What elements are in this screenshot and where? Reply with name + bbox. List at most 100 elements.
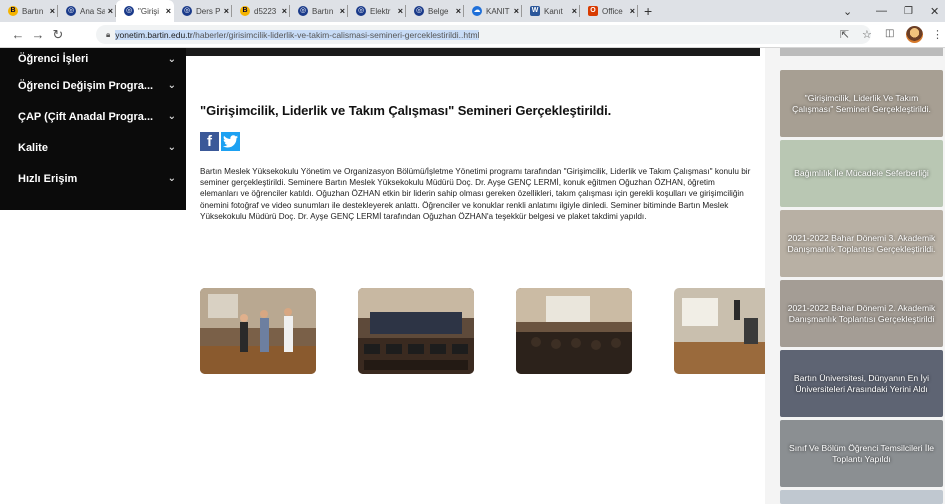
gallery-photo[interactable] — [200, 288, 316, 374]
close-tab-icon[interactable]: × — [224, 6, 229, 16]
chevron-down-icon: ⌄ — [167, 80, 176, 91]
browser-tab[interactable]: ☁ KANIT × — [464, 0, 522, 22]
url-input[interactable]: 🔒︎ yonetim.bartin.edu.tr/haberler/girisi… — [96, 25, 871, 44]
browser-tab[interactable]: ◎ Ana Sa × — [58, 0, 116, 22]
close-tab-icon[interactable]: × — [572, 6, 577, 16]
globe-favicon-icon: ◎ — [356, 6, 366, 16]
sidebar-item-kalite[interactable]: Kalite ⌄ — [0, 132, 186, 163]
news-title: 2021-2022 Bahar Dönemi 3. Akademik Danış… — [787, 232, 936, 254]
tab-title: Kanıt — [544, 6, 563, 16]
browser-tab[interactable]: W Kanıt × — [522, 0, 580, 22]
close-tab-icon[interactable]: × — [108, 6, 113, 16]
facebook-share-icon[interactable]: f — [200, 132, 219, 151]
news-title: 2021-2022 Bahar Dönemi 2. Akademik Danış… — [787, 302, 936, 324]
sidebar-menu: Öğrenci İşleri ⌄ Öğrenci Değişim Progra.… — [0, 48, 186, 210]
gallery-photo[interactable] — [674, 288, 767, 374]
news-title: "Girişimcilik, Liderlik Ve Takım Çalışma… — [792, 92, 931, 114]
close-window-icon[interactable]: ✕ — [930, 0, 939, 22]
chevron-down-icon: ⌄ — [167, 142, 176, 153]
gallery-photo[interactable] — [516, 288, 632, 374]
new-tab-button[interactable]: + — [644, 3, 658, 19]
forward-icon[interactable]: → — [28, 27, 48, 42]
sidebar-item-cap[interactable]: ÇAP (Çift Anadal Progra... ⌄ — [0, 101, 186, 132]
sidebar-item-ogrenci-degisim[interactable]: Öğrenci Değişim Progra... ⌄ — [0, 70, 186, 101]
tab-title: Office — [602, 6, 623, 16]
tab-title: Belge — [428, 6, 449, 16]
news-card[interactable]: "Girişimcilik, Liderlik Ve Takım Çalışma… — [780, 70, 943, 137]
tab-title: "Girişi — [138, 6, 160, 16]
close-tab-icon[interactable]: × — [166, 6, 171, 16]
back-icon[interactable]: ← — [8, 27, 28, 42]
article-title: "Girişimcilik, Liderlik ve Takım Çalışma… — [200, 103, 612, 118]
close-tab-icon[interactable]: × — [630, 6, 635, 16]
tab-title: Elektr — [370, 6, 391, 16]
browser-tab[interactable]: ◎ Elektr × — [348, 0, 406, 22]
globe-favicon-icon: ◎ — [298, 6, 308, 16]
tab-title: Ders P — [196, 6, 221, 16]
sidebar-item-label: Kalite — [18, 141, 48, 154]
close-tab-icon[interactable]: × — [456, 6, 461, 16]
lock-icon[interactable]: 🔒︎ — [106, 30, 110, 40]
bookmark-star-icon[interactable]: ☆ — [862, 28, 872, 41]
more-menu-icon[interactable]: ⋮ — [932, 28, 943, 41]
sidebar-item-hizli-erisim[interactable]: Hızlı Erişim ⌄ — [0, 163, 186, 194]
news-card[interactable]: Bağımlılık İle Mücadele Seferberliği — [780, 140, 943, 207]
photo-gallery — [200, 288, 767, 374]
browser-tab[interactable]: B Bartın × — [0, 0, 58, 22]
close-tab-icon[interactable]: × — [50, 6, 55, 16]
close-tab-icon[interactable]: × — [514, 6, 519, 16]
news-sidebar: "Girişimcilik, Liderlik Ve Takım Çalışma… — [765, 48, 945, 504]
url-path: /haberler/girisimcilik-liderlik-ve-takim… — [192, 29, 480, 40]
news-card[interactable]: 2021-2022 Bahar Dönemi 2. Akademik Danış… — [780, 280, 943, 347]
tab-title: Bartın — [22, 6, 44, 16]
browser-tab[interactable]: ◎ Bartın × — [290, 0, 348, 22]
globe-favicon-icon: ◎ — [182, 6, 192, 16]
minimize-icon[interactable]: — — [876, 0, 887, 22]
tab-title: Bartın — [312, 6, 334, 16]
news-card[interactable]: 2021-2022 Bahar Dönemi 3. Akademik Danış… — [780, 210, 943, 277]
browser-tab[interactable]: O Office × — [580, 0, 638, 22]
close-tab-icon[interactable]: × — [340, 6, 345, 16]
reload-icon[interactable]: ↻ — [48, 27, 68, 43]
share-buttons: f — [200, 132, 760, 151]
tab-title: KANIT — [486, 6, 510, 16]
chevron-down-icon: ⌄ — [167, 111, 176, 122]
sidebar-item-label: Hızlı Erişim — [18, 172, 78, 185]
sidebar-item-label: ÇAP (Çift Anadal Progra... — [18, 110, 154, 123]
news-card[interactable]: Bartın Üniversitesi, Dünyanın En İyi Üni… — [780, 350, 943, 417]
news-card[interactable] — [780, 490, 943, 504]
tab-title: Ana Sa — [80, 6, 105, 16]
office-favicon-icon: O — [588, 6, 598, 16]
sidebar-item-label: Öğrenci İşleri — [18, 53, 89, 65]
article: "Girişimcilik, Liderlik ve Takım Çalışma… — [200, 103, 760, 222]
news-title: Bağımlılık İle Mücadele Seferberliği — [794, 168, 929, 178]
profile-avatar[interactable] — [906, 26, 923, 43]
browser-tab[interactable]: B d5223 × — [232, 0, 290, 22]
news-title: Bartın Üniversitesi, Dünyanın En İyi Üni… — [793, 372, 930, 394]
tab-title: d5223 — [254, 6, 277, 16]
side-panel-icon[interactable]: ◫ — [885, 28, 894, 39]
tab-strip: B Bartın × ◎ Ana Sa × ◎ "Girişi × ◎ Ders… — [0, 0, 945, 22]
tab-search-chevron-icon[interactable]: ⌄ — [843, 0, 852, 22]
gallery-photo[interactable] — [358, 288, 474, 374]
browser-tab-active[interactable]: ◎ "Girişi × — [116, 0, 174, 22]
address-bar: ← → ↻ 🔒︎ yonetim.bartin.edu.tr/haberler/… — [0, 22, 945, 48]
sidebar-item-ogrenci-isleri[interactable]: Öğrenci İşleri ⌄ — [0, 48, 186, 70]
globe-favicon-icon: ◎ — [66, 6, 76, 16]
restore-icon[interactable]: ❐ — [904, 0, 913, 22]
share-icon[interactable]: ⇱ — [840, 28, 849, 41]
globe-favicon-icon: ◎ — [124, 6, 134, 16]
news-card-top — [780, 48, 943, 56]
close-tab-icon[interactable]: × — [398, 6, 403, 16]
browser-tab[interactable]: ◎ Ders P × — [174, 0, 232, 22]
news-card[interactable]: Sınıf Ve Bölüm Öğrenci Temsilcileri İle … — [780, 420, 943, 487]
browser-tab[interactable]: ◎ Belge × — [406, 0, 464, 22]
article-body: Bartın Meslek Yüksekokulu Yönetim ve Org… — [200, 167, 751, 221]
close-tab-icon[interactable]: × — [282, 6, 287, 16]
bartin-favicon-icon: B — [8, 6, 18, 16]
globe-favicon-icon: ◎ — [414, 6, 424, 16]
sidebar-item-label: Öğrenci Değişim Progra... — [18, 79, 154, 92]
cloud-favicon-icon: ☁ — [472, 6, 482, 16]
twitter-share-icon[interactable] — [221, 132, 240, 151]
chevron-down-icon: ⌄ — [167, 53, 176, 65]
